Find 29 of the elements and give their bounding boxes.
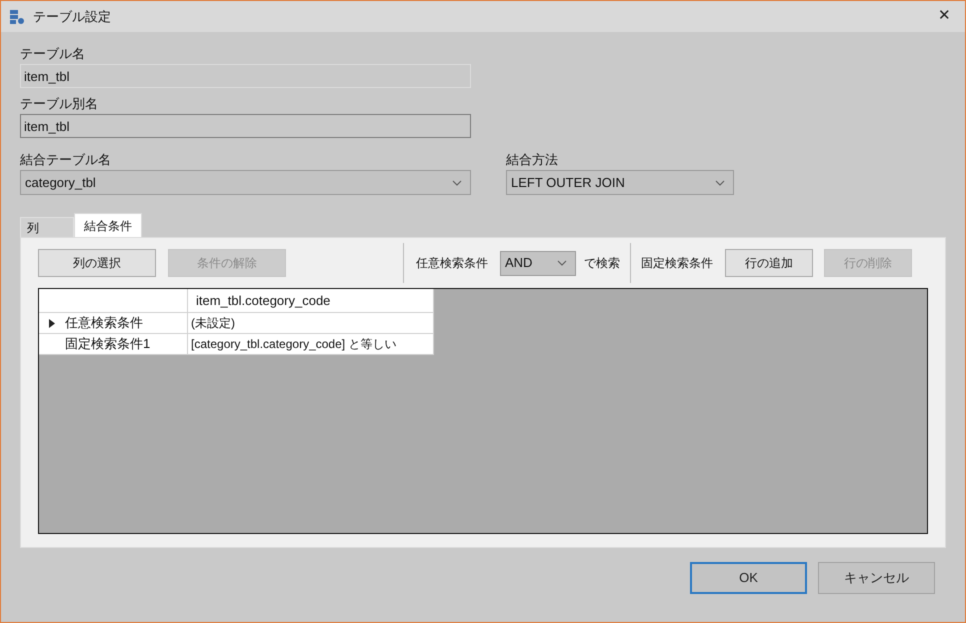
search-suffix-label: で検索 xyxy=(584,255,620,272)
chevron-down-icon xyxy=(715,180,725,186)
window-title: テーブル設定 xyxy=(33,8,111,26)
operator-dropdown[interactable]: AND xyxy=(500,250,576,276)
table-cell: [category_tbl.category_code] と等しい xyxy=(188,334,434,355)
current-row-icon xyxy=(49,318,55,328)
row-header-text: 固定検索条件1 xyxy=(65,335,150,354)
chevron-down-icon xyxy=(452,180,462,186)
field-label: テーブル名 xyxy=(20,45,86,63)
table-cell: (未設定) xyxy=(188,313,434,334)
dialog-button[interactable]: OK xyxy=(690,562,807,594)
field-label: 結合テーブル名 xyxy=(20,151,112,169)
tab[interactable]: 結合条件 xyxy=(74,213,142,237)
field-label: テーブル別名 xyxy=(20,95,99,113)
table-dropdown[interactable]: category_tbl xyxy=(20,170,471,195)
chevron-down-icon xyxy=(557,260,567,266)
close-button[interactable]: ✕ xyxy=(932,5,957,28)
fixed-condition-label: 固定検索条件 xyxy=(641,255,713,272)
optional-condition-label: 任意検索条件 xyxy=(416,255,488,272)
toolbar-button[interactable]: 行の追加 xyxy=(725,249,813,277)
row-header-text: 任意検索条件 xyxy=(65,314,143,332)
table-settings-icon xyxy=(9,8,25,24)
dialog-button[interactable]: キャンセル xyxy=(818,562,935,594)
join-method-dropdown[interactable]: LEFT OUTER JOIN xyxy=(506,170,734,195)
text-field[interactable]: item_tbl xyxy=(20,114,471,138)
field-label: 結合方法 xyxy=(506,151,559,169)
tab[interactable]: 列 xyxy=(20,217,74,237)
toolbar-button[interactable]: 列の選択 xyxy=(38,249,156,277)
column-header: item_tbl.cotegory_code xyxy=(188,289,434,313)
